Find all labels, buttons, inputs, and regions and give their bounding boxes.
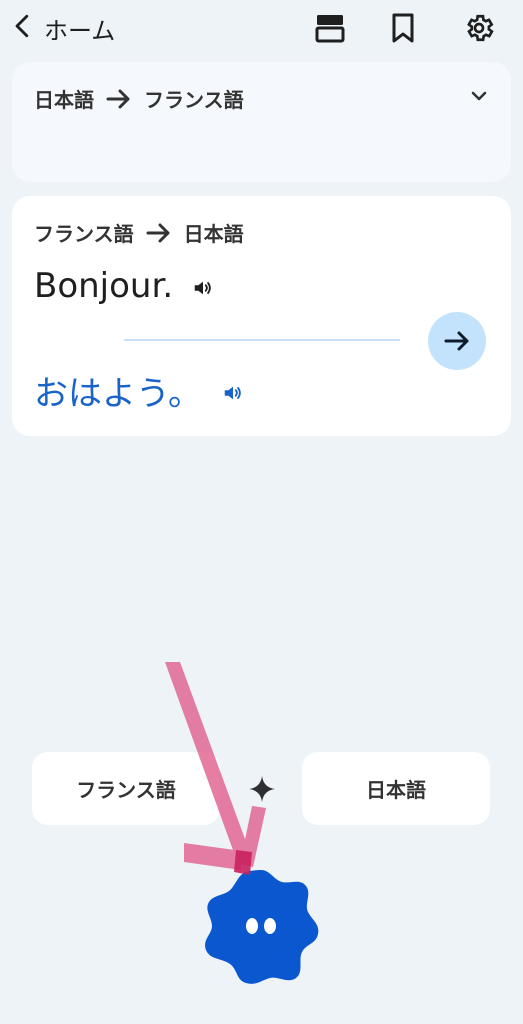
- source-text: Bonjour.: [34, 266, 174, 306]
- right-language-button[interactable]: 日本語: [302, 752, 490, 825]
- speaker-icon[interactable]: [222, 382, 244, 404]
- assistant-mic-button[interactable]: [200, 866, 322, 988]
- gear-icon[interactable]: [461, 10, 497, 46]
- arrow-right-icon: [444, 331, 469, 351]
- target-language: フランス語: [144, 88, 244, 112]
- translation-language-pair: フランス語 日本語: [34, 218, 244, 247]
- translation-source-language: フランス語: [34, 222, 134, 246]
- translation-target-language: 日本語: [183, 222, 244, 246]
- translation-card: フランス語 日本語 Bonjour. おはよう。: [12, 196, 511, 436]
- top-bar: ホーム: [0, 0, 523, 60]
- eye-right-icon: [264, 918, 276, 934]
- back-button[interactable]: ホーム: [10, 8, 115, 48]
- chevron-down-icon[interactable]: [467, 84, 491, 108]
- sparkle-icon: [249, 776, 275, 802]
- divider: [124, 339, 400, 341]
- translate-screen: ホーム 日本語 フランス語 フランス語 日本語 Bonjour. おはよう。 フ…: [0, 0, 523, 1024]
- source-text-row: Bonjour.: [34, 266, 214, 306]
- back-label: ホーム: [44, 16, 116, 45]
- bookmark-icon[interactable]: [385, 10, 421, 46]
- arrow-right-icon: [146, 223, 170, 242]
- left-language-button[interactable]: フランス語: [32, 752, 220, 825]
- result-text: おはよう。: [34, 374, 202, 414]
- translate-button[interactable]: [428, 312, 486, 370]
- layout-icon[interactable]: [312, 10, 348, 46]
- language-pair: 日本語 フランス語: [34, 84, 244, 113]
- chevron-left-icon: [10, 13, 36, 43]
- arrow-right-icon: [106, 89, 130, 108]
- source-language: 日本語: [34, 88, 94, 112]
- speaker-icon[interactable]: [192, 277, 214, 299]
- language-pair-card[interactable]: 日本語 フランス語: [12, 62, 511, 182]
- eye-left-icon: [246, 918, 258, 934]
